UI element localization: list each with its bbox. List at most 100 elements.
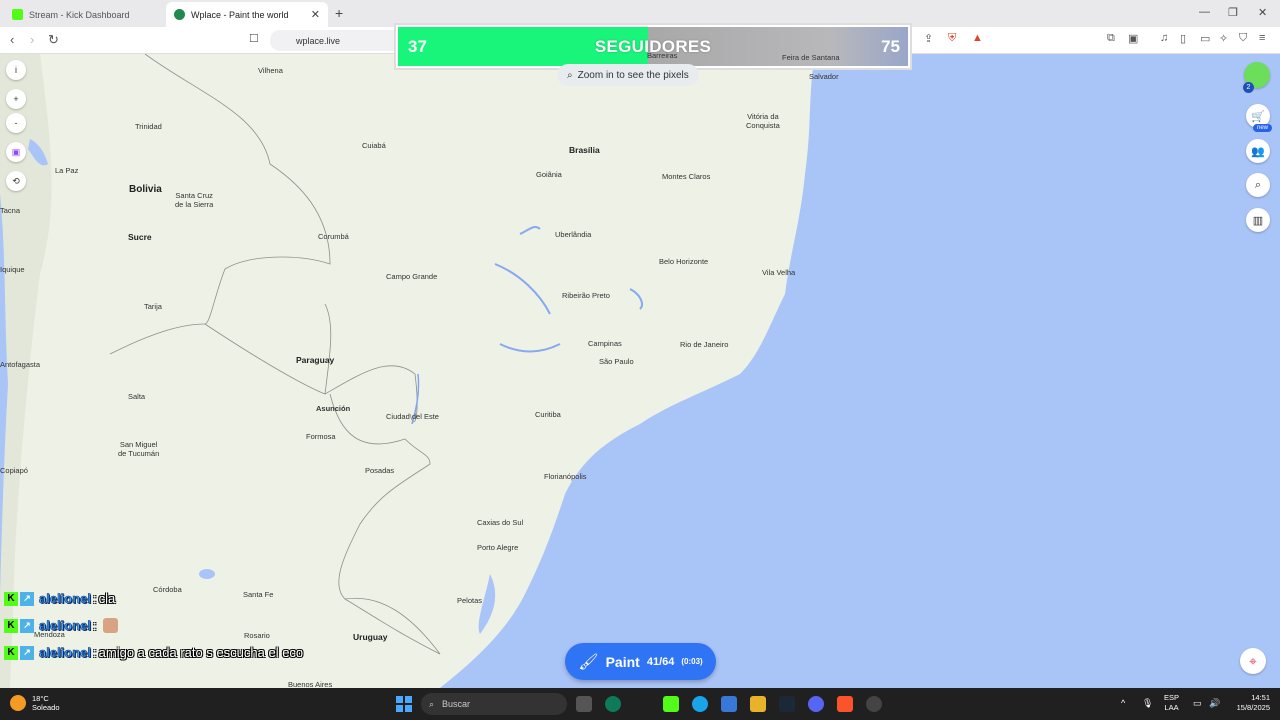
lang-layout: LAA (1164, 703, 1179, 712)
city-label: Corumbá (318, 232, 349, 241)
city-label: Porto Alegre (477, 543, 519, 552)
windows-taskbar: 18°C Soleado ⌕ Buscar ^ 🎙 ESP LAA ▭ 🔊 14… (0, 688, 1280, 720)
vpn-icon[interactable]: ⛉ (1239, 32, 1247, 45)
map-svg (0, 54, 815, 688)
chat-separator: : (93, 618, 97, 633)
chat-message: K ↗ alelionel : (4, 617, 118, 634)
wallet-icon[interactable]: ▭ (1200, 32, 1210, 45)
verified-badge-icon: ↗ (20, 618, 34, 633)
twitch-icon[interactable]: ▣ (6, 142, 26, 162)
chat-message: K ↗ alelionel : cla (4, 590, 115, 607)
minecraft-icon[interactable] (663, 696, 679, 712)
temperature: 18°C (32, 694, 49, 703)
network-icon[interactable]: ▭ (1193, 698, 1202, 709)
close-window-button[interactable]: ✕ (1258, 6, 1267, 19)
tab-kick-dashboard[interactable]: Stream - Kick Dashboard (4, 2, 164, 27)
media-icon[interactable]: ♫ (1160, 32, 1168, 44)
file-explorer-icon[interactable] (750, 696, 766, 712)
city-label: Posadas (365, 466, 395, 475)
screenshot-icon[interactable]: ▣ (1128, 32, 1138, 45)
city-label: Salvador (809, 72, 839, 81)
chat-username: alelionel (39, 645, 92, 661)
paint-label: Paint (605, 653, 640, 670)
kick-badge-icon: K (4, 618, 18, 633)
locate-me-icon[interactable]: ⌖ (1240, 648, 1266, 674)
verified-badge-icon: ↗ (20, 645, 34, 660)
tab-wplace[interactable]: Wplace - Paint the world ✕ (166, 2, 328, 27)
volume-icon[interactable]: 🔊 (1209, 698, 1220, 709)
tab-title: Stream - Kick Dashboard (29, 9, 130, 20)
discord-icon[interactable] (808, 696, 824, 712)
start-button[interactable] (396, 696, 412, 712)
close-tab-icon[interactable]: ✕ (311, 8, 320, 21)
microphone-icon[interactable]: 🎙 (1142, 698, 1153, 709)
chat-username: alelionel (39, 591, 92, 607)
alliance-icon[interactable]: 👥 (1246, 139, 1270, 163)
language-indicator[interactable]: ESP LAA (1164, 693, 1179, 713)
follower-label: SEGUIDORES (594, 37, 712, 56)
search-placeholder: Buscar (442, 699, 471, 709)
follower-goal: 75 (881, 37, 900, 56)
emote-icon (102, 618, 118, 633)
tray-overflow-icon[interactable]: ^ (1121, 698, 1125, 708)
task-view-icon[interactable] (576, 696, 592, 712)
leaderboard-icon[interactable]: ▥ (1246, 208, 1270, 232)
city-label: Curitiba (535, 410, 561, 419)
app-icon[interactable] (605, 696, 621, 712)
back-icon[interactable]: ‹ (10, 32, 14, 47)
zoom-icon: ⌕ (567, 69, 573, 81)
world-map[interactable]: Vilhena Trinidad La Paz Bolivia Santa Cr… (0, 54, 1280, 688)
extensions-icon[interactable]: ⧉ (1107, 32, 1115, 45)
sidebar-icon[interactable]: ▯ (1180, 32, 1186, 45)
chat-text: amigo a cada rato s escucha el eco (98, 645, 304, 660)
search-icon: ⌕ (429, 698, 435, 709)
taskbar-search[interactable]: ⌕ Buscar (421, 693, 567, 715)
zoom-out-button[interactable]: - (6, 113, 26, 133)
store-icon[interactable] (721, 696, 737, 712)
minimize-button[interactable]: — (1199, 6, 1210, 18)
steam-icon[interactable] (779, 696, 795, 712)
weather-widget[interactable]: 18°C Soleado (10, 694, 60, 712)
leo-ai-icon[interactable]: ✧ (1219, 32, 1228, 45)
city-label: La Paz (55, 166, 79, 175)
chat-username: alelionel (39, 618, 92, 634)
paint-button[interactable]: 🖌 Paint 41/64 (0:03) (565, 643, 716, 680)
brave-rewards-icon[interactable]: ▲ (972, 32, 983, 44)
city-label: Asunción (316, 404, 351, 413)
zoom-in-button[interactable]: + (6, 89, 26, 109)
bookmark-icon[interactable]: ☐ (249, 32, 259, 45)
brave-shield-icon[interactable]: ⛨ (948, 32, 956, 45)
city-label: Ribeirão Preto (562, 291, 610, 300)
brave-icon[interactable] (837, 696, 853, 712)
tab-title: Wplace - Paint the world (191, 9, 289, 20)
city-label: Campinas (588, 339, 622, 348)
menu-icon[interactable]: ≡ (1259, 32, 1265, 44)
city-label: Pelotas (457, 596, 483, 605)
date: 15/8/2025 (1236, 703, 1270, 712)
forward-icon[interactable]: › (30, 32, 34, 47)
kick-badge-icon: K (4, 591, 18, 606)
share-icon[interactable]: ⇪ (924, 32, 933, 45)
city-label: Antofagasta (0, 360, 41, 369)
city-label: Goiânia (536, 170, 562, 179)
search-location-icon[interactable]: ⌕ (1246, 173, 1270, 197)
rotate-icon[interactable]: ⟲ (6, 171, 26, 191)
chat-separator: : (93, 591, 97, 606)
city-label: Campo Grande (386, 272, 438, 281)
maximize-button[interactable]: ❐ (1228, 6, 1238, 19)
city-label: Copiapó (0, 466, 28, 475)
edge-icon[interactable] (692, 696, 708, 712)
country-label: Bolivia (129, 184, 162, 195)
info-button[interactable]: i (6, 60, 26, 80)
city-label: Sucre (128, 232, 152, 242)
clock[interactable]: 14:51 15/8/2025 (1237, 693, 1270, 713)
weather-condition: Soleado (32, 703, 60, 712)
city-label: Santa Cruz de la Sierra (175, 191, 214, 209)
reload-icon[interactable]: ↻ (48, 32, 59, 48)
obs-icon[interactable] (866, 696, 882, 712)
time: 14:51 (1251, 693, 1270, 702)
city-label: Vitória da Conquista (746, 112, 780, 130)
chat-message: K ↗ alelionel : amigo a cada rato s escu… (4, 644, 303, 661)
new-tab-button[interactable]: + (335, 5, 343, 21)
kick-badge-icon: K (4, 645, 18, 660)
